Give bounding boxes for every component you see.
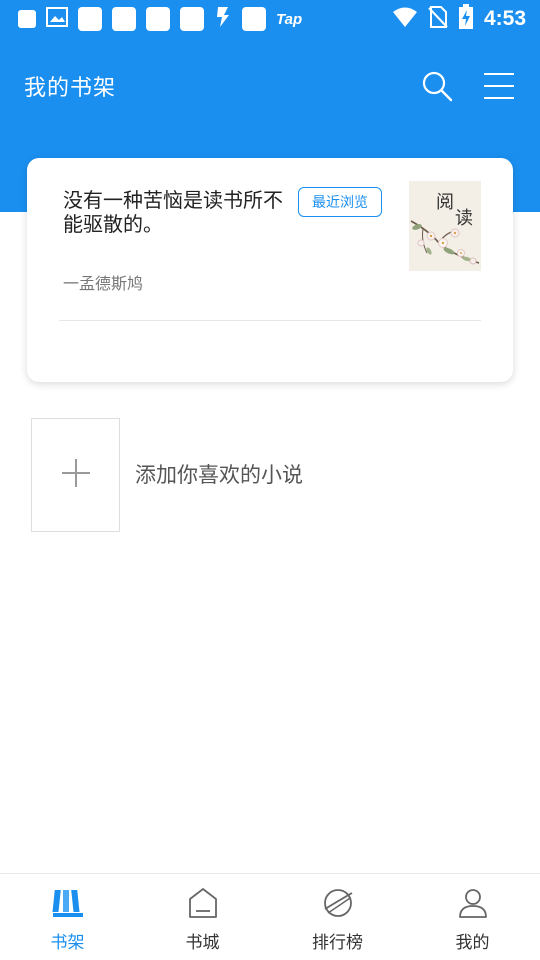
nav-label-mine: 我的 xyxy=(455,933,490,953)
quote-card[interactable]: 没有一种苦恼是读书所不能驱散的。 最近浏览 阅 读 一孟德斯鸠 xyxy=(27,158,513,382)
status-system: 4:53 xyxy=(392,4,526,34)
book-cover-image[interactable]: 阅 读 xyxy=(409,181,481,271)
nav-item-bookstore[interactable]: 书城 xyxy=(135,874,270,960)
recent-browse-button[interactable]: 最近浏览 xyxy=(298,187,382,217)
cover-text-2: 读 xyxy=(455,208,473,229)
status-bar: Tap 4:53 xyxy=(0,0,540,38)
nav-item-ranking[interactable]: 排行榜 xyxy=(270,874,405,960)
user-icon xyxy=(456,886,490,920)
lightning-icon xyxy=(214,5,232,33)
screen: Tap 4:53 我的书架 没有一种苦恼是读书所不能驱散的。 最近浏览 阅 读 … xyxy=(0,0,540,960)
nav-label-bookshelf: 书架 xyxy=(50,933,85,953)
app-icon xyxy=(78,7,102,31)
add-novel-button[interactable] xyxy=(31,418,120,532)
quote-author: 一孟德斯鸠 xyxy=(63,274,144,293)
app-icon xyxy=(242,7,266,31)
status-notifications: Tap xyxy=(18,5,302,33)
status-time: 4:53 xyxy=(483,7,526,30)
nav-item-mine[interactable]: 我的 xyxy=(405,874,540,960)
nav-label-ranking: 排行榜 xyxy=(312,933,363,953)
image-icon xyxy=(46,7,68,31)
card-divider xyxy=(59,320,481,321)
cover-text-1: 阅 xyxy=(436,192,454,213)
search-icon[interactable] xyxy=(420,69,454,103)
no-sim-icon xyxy=(428,5,448,33)
app-icon xyxy=(112,7,136,31)
notification-icon xyxy=(18,10,36,28)
quote-text: 没有一种苦恼是读书所不能驱散的。 xyxy=(63,188,283,236)
menu-icon[interactable] xyxy=(482,69,516,103)
plus-icon xyxy=(61,459,90,491)
wifi-icon xyxy=(392,6,418,32)
title-bar: 我的书架 xyxy=(0,58,540,114)
ranking-icon xyxy=(321,886,355,920)
app-icon xyxy=(146,7,170,31)
battery-charging-icon xyxy=(458,4,474,34)
app-icon xyxy=(180,7,204,31)
bottom-nav: 书架 书城 排行榜 我的 xyxy=(0,873,540,960)
add-novel-label[interactable]: 添加你喜欢的小说 xyxy=(135,460,303,490)
tap-label: Tap xyxy=(276,10,303,28)
nav-item-bookshelf[interactable]: 书架 xyxy=(0,874,135,960)
page-title: 我的书架 xyxy=(24,76,117,101)
nav-label-bookstore: 书城 xyxy=(185,933,220,953)
bookstore-icon xyxy=(186,886,220,920)
title-actions xyxy=(420,69,516,103)
bookshelf-icon xyxy=(51,886,85,920)
